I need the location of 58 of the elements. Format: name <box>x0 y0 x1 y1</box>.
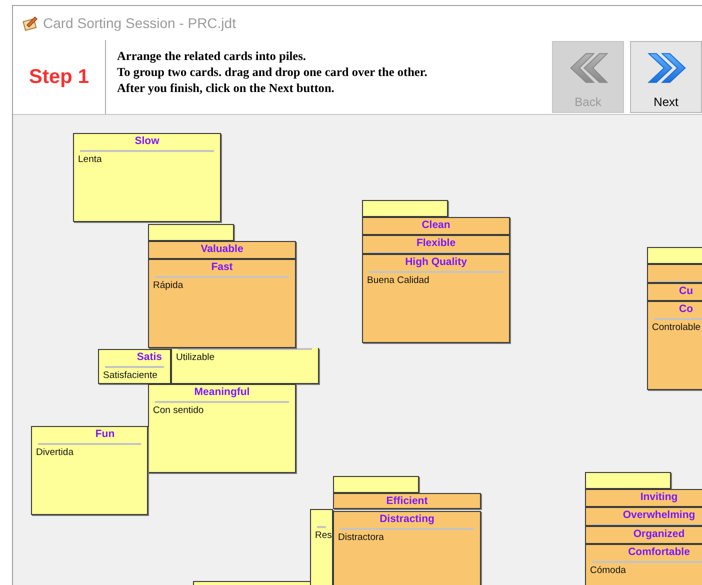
card-text: Rápida <box>153 280 184 291</box>
card-title: Slow <box>134 135 160 147</box>
card-title: Co <box>679 303 693 315</box>
card-title: Organized <box>633 528 685 540</box>
index-card[interactable]: Comfortable Cómoda <box>585 544 702 585</box>
index-card[interactable]: Co Controlable <box>647 301 702 390</box>
card-text: Controlable <box>652 322 701 333</box>
card-title: Fast <box>211 261 233 273</box>
index-card[interactable]: Fast Rápida <box>148 259 296 348</box>
card-text: Satisfaciente <box>103 370 158 381</box>
card-title: High Quality <box>405 256 467 268</box>
index-card[interactable]: Res <box>310 509 333 585</box>
card-title: Meaningful <box>194 386 250 398</box>
card-title: Clean <box>422 219 450 231</box>
card-title: Valuable <box>200 243 244 255</box>
card-title: Overwhelming <box>622 509 696 521</box>
index-card[interactable]: Fun Divertida <box>31 426 148 515</box>
index-card[interactable]: Valuable <box>148 241 296 259</box>
index-card[interactable]: Flexible <box>362 235 510 254</box>
card-title: Fun <box>95 428 115 440</box>
card-title: Satis <box>136 351 162 363</box>
instruction-text: To group two cards. drag and drop one card over the other. <box>117 64 428 80</box>
window-title: Card Sorting Session - PRC.jdt <box>43 15 236 31</box>
index-card[interactable]: Inviting <box>585 489 702 507</box>
instruction-text: Arrange the related cards into piles. <box>117 48 307 64</box>
pencil-card-icon <box>22 15 38 31</box>
card-title: Efficient <box>386 495 428 507</box>
index-card[interactable]: Clean <box>362 217 510 235</box>
index-card[interactable]: Overwhelming <box>585 507 702 526</box>
card-text: Buena Calidad <box>367 275 430 286</box>
next-button[interactable]: Next <box>630 41 702 113</box>
index-card[interactable]: Cu <box>647 283 702 301</box>
index-card[interactable]: Meaningful Con sentido <box>148 384 296 473</box>
index-card[interactable] <box>148 224 234 241</box>
card-title: Flexible <box>416 237 456 249</box>
index-card[interactable]: Organized <box>585 526 702 544</box>
card-text: Res <box>315 530 332 541</box>
index-card[interactable]: Slow Lenta <box>73 133 221 222</box>
instruction-text: After you finish, click on the Next button. <box>117 80 336 96</box>
card-text: Divertida <box>36 447 74 458</box>
card-text: Con sentido <box>153 405 204 416</box>
card-title: Comfortable <box>628 546 690 558</box>
card-title: Distracting <box>380 513 434 525</box>
index-card[interactable]: Distracting Distractora <box>333 511 481 585</box>
card-text: Distractora <box>338 532 384 543</box>
index-card[interactable] <box>362 200 448 217</box>
index-card[interactable] <box>333 476 419 493</box>
card-title: Cu <box>679 285 693 297</box>
index-card[interactable]: Utilizable <box>171 348 319 384</box>
index-card[interactable] <box>585 472 671 489</box>
card-text: Cómoda <box>590 565 626 576</box>
card-text: Utilizable <box>176 352 215 363</box>
card-title: Inviting <box>640 491 678 503</box>
index-card[interactable]: Satis Satisfaciente <box>98 349 171 384</box>
card-text: Lenta <box>78 154 102 165</box>
index-card[interactable]: High Quality Buena Calidad <box>362 254 510 343</box>
index-card[interactable]: Efficient <box>333 493 481 509</box>
step-label: Step 1 <box>13 40 106 114</box>
